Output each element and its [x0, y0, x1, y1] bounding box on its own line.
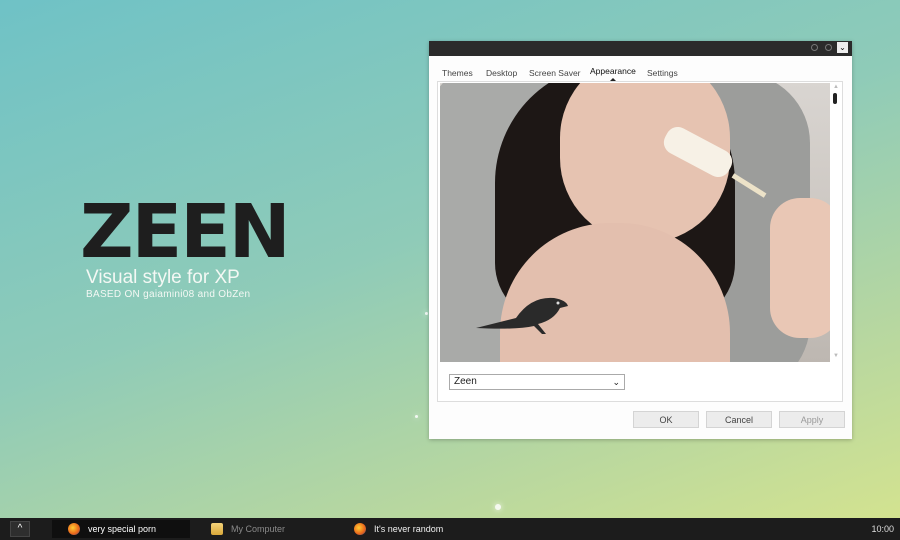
- chevron-up-icon: ^: [17, 523, 23, 534]
- brand-block: ZEEN Visual style for XP BASED ON gaiami…: [80, 189, 291, 300]
- firefox-icon: [354, 523, 366, 535]
- taskbar-item-very-special-porn[interactable]: very special porn: [52, 520, 190, 538]
- scroll-up-arrow-icon[interactable]: ▲: [833, 84, 839, 90]
- taskbar-item-my-computer[interactable]: My Computer: [195, 520, 333, 538]
- close-button[interactable]: ⌄: [837, 42, 848, 53]
- start-button[interactable]: ^: [10, 521, 30, 537]
- tab-screen-saver[interactable]: Screen Saver: [529, 68, 581, 78]
- tab-themes[interactable]: Themes: [442, 68, 473, 78]
- window-titlebar[interactable]: ⌄: [429, 41, 852, 56]
- scrollbar-thumb[interactable]: [833, 93, 837, 104]
- maximize-button[interactable]: [825, 44, 832, 51]
- chevron-down-icon: ⌄: [612, 377, 620, 387]
- brand-title: ZEEN: [80, 189, 291, 275]
- sparkle-icon: [415, 415, 418, 418]
- taskbar-item-label: My Computer: [231, 524, 286, 534]
- tab-appearance[interactable]: Appearance: [590, 66, 636, 82]
- firefox-icon: [68, 523, 80, 535]
- bird-tattoo-icon: [476, 297, 568, 334]
- scroll-down-arrow-icon[interactable]: ▼: [833, 353, 839, 359]
- tab-appearance-label: Appearance: [590, 66, 636, 76]
- display-properties-window: ⌄ Themes Desktop Screen Saver Appearance…: [429, 41, 852, 439]
- desktop: ZEEN Visual style for XP BASED ON gaiami…: [0, 0, 900, 518]
- chevron-down-icon: ⌄: [839, 43, 846, 52]
- theme-preview-image: [440, 83, 830, 362]
- apply-button[interactable]: Apply: [779, 411, 845, 428]
- taskbar-item-label: very special porn: [88, 524, 157, 534]
- cancel-button[interactable]: Cancel: [706, 411, 772, 428]
- folder-icon: [211, 523, 223, 535]
- ok-button[interactable]: OK: [633, 411, 699, 428]
- system-clock[interactable]: 10:00: [871, 518, 894, 540]
- tab-desktop[interactable]: Desktop: [486, 68, 517, 78]
- theme-select-value: Zeen: [454, 376, 477, 387]
- preview-scrollbar[interactable]: ▲ ▼: [831, 83, 841, 362]
- theme-select[interactable]: Zeen ⌄: [449, 374, 625, 390]
- taskbar-item-label: It's never random: [374, 524, 444, 534]
- taskbar-item-its-never-random[interactable]: It's never random: [338, 520, 476, 538]
- appearance-panel: ▲ ▼ Zeen ⌄: [437, 81, 843, 402]
- minimize-button[interactable]: [811, 44, 818, 51]
- sparkle-icon: [495, 504, 501, 510]
- sparkle-icon: [425, 312, 428, 315]
- taskbar: ^ very special porn My Computer It's nev…: [0, 518, 900, 540]
- tab-settings[interactable]: Settings: [647, 68, 678, 78]
- brand-based-on: BASED ON gaiamini08 and ObZen: [86, 289, 251, 300]
